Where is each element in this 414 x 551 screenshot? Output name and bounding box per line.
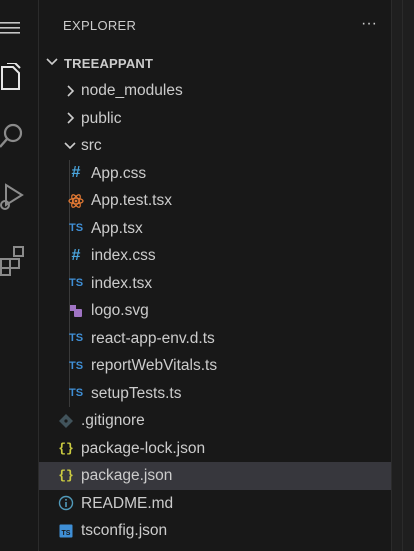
git-diamond-icon: [57, 407, 75, 435]
tree-file-app-css[interactable]: # App.css: [39, 159, 391, 187]
run-debug-icon[interactable]: [0, 176, 38, 216]
svg-text:TS: TS: [62, 530, 71, 537]
typescript-icon: TS: [68, 277, 84, 290]
typescript-icon: TS: [68, 222, 84, 235]
chevron-down-icon: [45, 55, 59, 74]
extensions-icon[interactable]: [0, 240, 38, 280]
typescript-icon: TS: [68, 332, 84, 345]
more-actions-button[interactable]: ···: [357, 14, 381, 34]
typescript-icon: TS: [68, 359, 84, 372]
tree-file-package-lock-json[interactable]: {} package-lock.json: [39, 435, 391, 463]
tree-item-label: logo.svg: [91, 302, 149, 319]
tree-file-react-app-env-d-ts[interactable]: TS react-app-env.d.ts: [39, 324, 391, 352]
tree-item-label: package-lock.json: [81, 439, 206, 457]
workspace-name: TREEAPPANT: [64, 56, 154, 71]
tree-item-label: setupTests.ts: [91, 384, 182, 402]
chevron-right-icon: [61, 105, 79, 133]
typescript-icon: TS: [68, 387, 84, 400]
tree-file-logo-svg[interactable]: logo.svg: [39, 297, 391, 325]
file-tree: node_modules public src # App.css App.test.ts…: [39, 77, 391, 545]
tree-file-index-css[interactable]: # index.css: [39, 242, 391, 270]
explorer-files-icon[interactable]: [0, 58, 38, 98]
editor-area-edge: [391, 0, 414, 551]
tree-item-label: App.tsx: [91, 219, 143, 237]
tree-item-label: package.json: [81, 467, 173, 484]
tree-file-app-tsx[interactable]: TS App.tsx: [39, 214, 391, 242]
ellipsis-icon: ···: [361, 15, 377, 32]
tree-item-label: index.css: [91, 247, 156, 264]
json-braces-icon: {}: [58, 468, 74, 484]
tree-item-label: reportWebVitals.ts: [91, 357, 218, 374]
search-icon[interactable]: [0, 116, 38, 156]
chevron-right-icon: [61, 77, 79, 105]
explorer-sidebar: EXPLORER ··· TREEAPPANT node_modulespubl…: [39, 0, 391, 551]
tree-item-label: index.tsx: [91, 274, 153, 292]
tree-item-label: App.css: [91, 164, 147, 182]
tree-folder-src[interactable]: src: [39, 132, 391, 160]
info-circle-icon: [57, 490, 75, 518]
tsconfig-icon: TS: [57, 517, 75, 545]
tree-item-label: node_modules: [81, 82, 183, 99]
tree-file-reportwebvitals-ts[interactable]: TS reportWebVitals.ts: [39, 352, 391, 380]
explorer-title: EXPLORER: [63, 18, 137, 33]
css-hash-icon: #: [71, 164, 81, 182]
tree-file-setuptests-ts[interactable]: TS setupTests.ts: [39, 379, 391, 407]
workspace-section-header[interactable]: TREEAPPANT: [39, 50, 391, 76]
json-braces-icon: {}: [58, 440, 74, 456]
tree-item-label: src: [81, 137, 102, 154]
tree-item-label: tsconfig.json: [81, 522, 168, 539]
tree-file--gitignore[interactable]: .gitignore: [39, 407, 391, 435]
tree-item-label: .gitignore: [81, 412, 145, 429]
menu-icon[interactable]: [0, 8, 38, 48]
tree-file-package-json[interactable]: {} package.json: [39, 462, 391, 490]
tree-file-readme-md[interactable]: README.md: [39, 490, 391, 518]
tree-file-index-tsx[interactable]: TS index.tsx: [39, 269, 391, 297]
tree-item-label: App.test.tsx: [91, 192, 172, 209]
tree-folder-node-modules[interactable]: node_modules: [39, 77, 391, 105]
tree-file-tsconfig-json[interactable]: TS tsconfig.json: [39, 517, 391, 545]
react-atom-icon: [67, 187, 85, 215]
css-hash-icon: #: [71, 246, 81, 264]
tree-item-label: public: [81, 109, 122, 127]
tree-item-label: README.md: [81, 494, 174, 512]
chevron-down-icon: [61, 132, 79, 160]
svg-file-icon: [67, 297, 85, 325]
tree-folder-public[interactable]: public: [39, 105, 391, 133]
tree-item-label: react-app-env.d.ts: [91, 329, 215, 347]
tree-file-app-test-tsx[interactable]: App.test.tsx: [39, 187, 391, 215]
activity-bar: [0, 0, 39, 551]
